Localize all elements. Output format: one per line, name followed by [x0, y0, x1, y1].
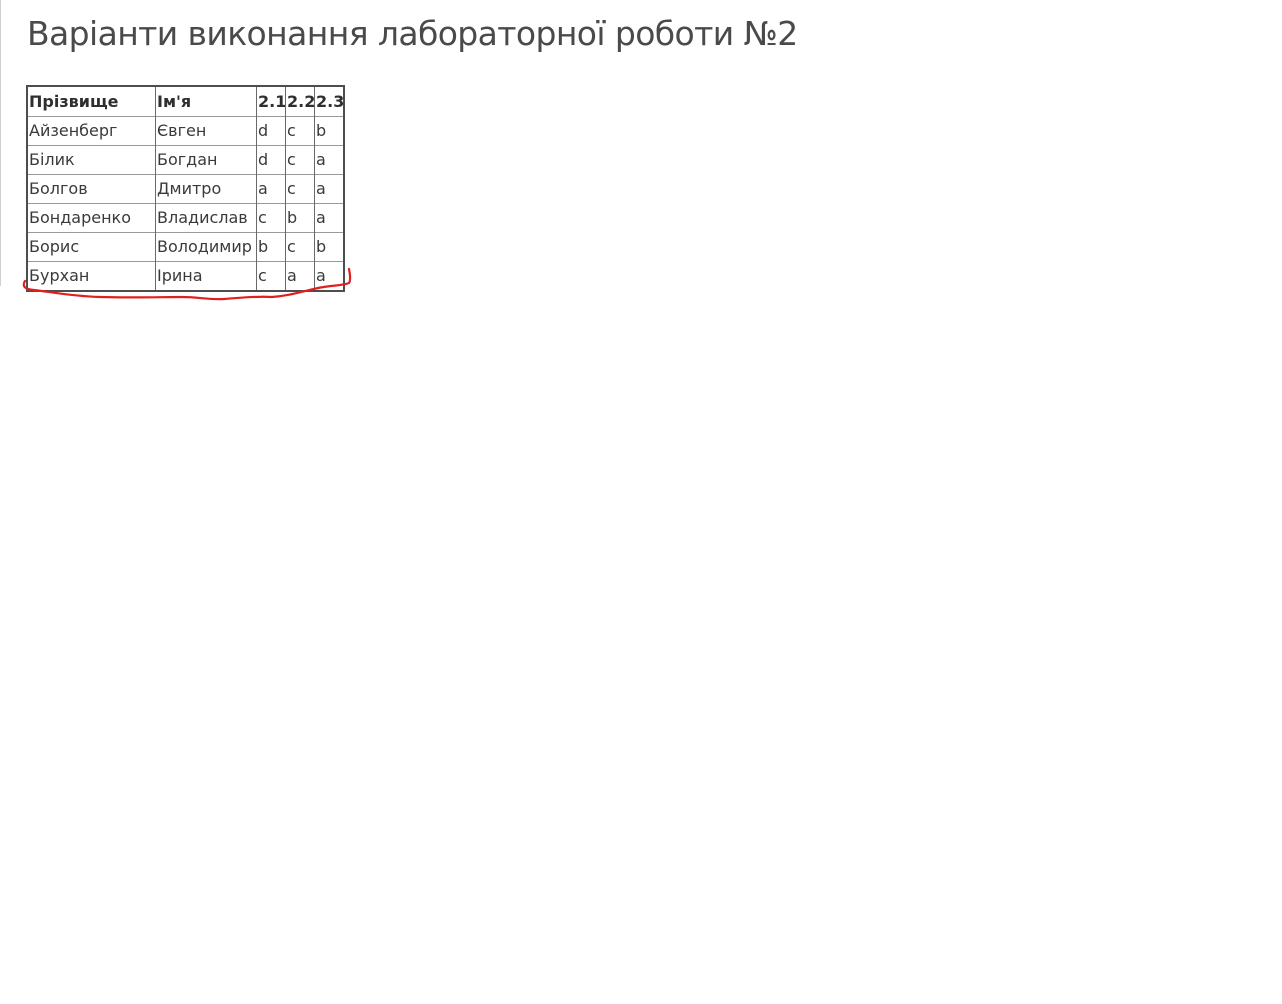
cell-surname: Айзенберг	[27, 116, 156, 146]
cell-variant-2-3: a	[314, 203, 344, 233]
cell-surname: Бурхан	[27, 261, 156, 291]
header-variant-2-3: 2.3	[314, 86, 344, 117]
cell-surname: Борис	[27, 232, 156, 262]
cell-variant-2-1: c	[256, 261, 286, 291]
cell-name: Богдан	[155, 145, 257, 175]
cell-variant-2-2: c	[285, 232, 315, 262]
cell-variant-2-2: b	[285, 203, 315, 233]
table-row: Айзенберг Євген d c b	[27, 116, 344, 146]
table-header-row: Прізвище Ім'я 2.1 2.2 2.3	[27, 86, 344, 117]
table-row: Білик Богдан d c a	[27, 145, 344, 175]
cell-variant-2-1: d	[256, 145, 286, 175]
cell-name: Ірина	[155, 261, 257, 291]
header-surname: Прізвище	[29, 91, 119, 111]
table-row: Болгов Дмитро a c a	[27, 174, 344, 204]
variants-table: Прізвище Ім'я 2.1 2.2 2.3 Айзенберг Євге…	[26, 85, 345, 292]
cell-variant-2-1: d	[256, 116, 286, 146]
left-border-line	[0, 0, 1, 286]
cell-variant-2-3: a	[314, 174, 344, 204]
cell-variant-2-3: b	[314, 116, 344, 146]
cell-variant-2-2: a	[285, 261, 315, 291]
cell-variant-2-3: a	[314, 145, 344, 175]
cell-name: Дмитро	[155, 174, 257, 204]
cell-variant-2-2: c	[285, 116, 315, 146]
cell-variant-2-2: c	[285, 174, 315, 204]
cell-variant-2-3: b	[314, 232, 344, 262]
table-row: Бондаренко Владислав c b a	[27, 203, 344, 233]
page-title: Варіанти виконання лабораторної роботи №…	[27, 14, 798, 53]
cell-variant-2-1: b	[256, 232, 286, 262]
cell-surname: Бондаренко	[27, 203, 156, 233]
cell-surname: Білик	[27, 145, 156, 175]
table-row: Бурхан Ірина c a a	[27, 261, 344, 291]
cell-variant-2-3: a	[314, 261, 344, 291]
header-variant-2-1: 2.1	[256, 86, 286, 117]
cell-variant-2-1: a	[256, 174, 286, 204]
header-name: Ім'я	[155, 86, 257, 117]
cell-variant-2-2: c	[285, 145, 315, 175]
header-variant-2-2: 2.2	[285, 86, 315, 117]
cell-variant-2-1: c	[256, 203, 286, 233]
table-row: Борис Володимир b c b	[27, 232, 344, 262]
cell-surname: Болгов	[27, 174, 156, 204]
cell-name: Володимир	[155, 232, 257, 262]
cell-name: Владислав	[155, 203, 257, 233]
cell-name: Євген	[155, 116, 257, 146]
